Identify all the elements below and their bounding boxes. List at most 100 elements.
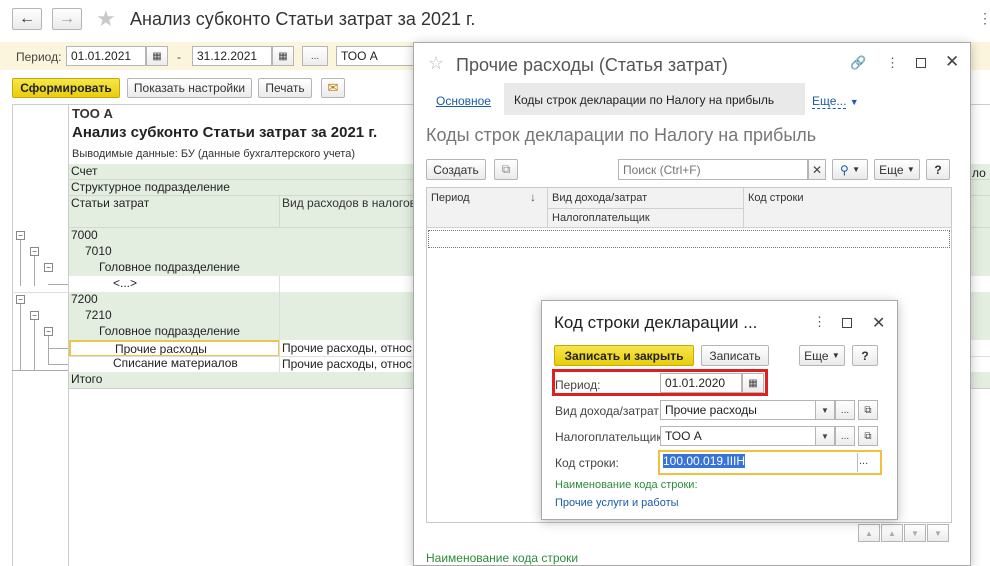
clear-icon: ✕: [811, 162, 823, 177]
code-name-value[interactable]: Прочие услуги и работы: [555, 497, 679, 509]
generate-button[interactable]: Сформировать: [12, 78, 120, 98]
collapse-icon[interactable]: −: [44, 263, 53, 272]
code-value: 100.00.019.IIIH: [663, 454, 746, 468]
move-up-button[interactable]: ▲: [881, 524, 903, 542]
dialog-help-button[interactable]: ?: [852, 345, 878, 366]
dialog-period-label: Период:: [555, 378, 601, 392]
favorite-star-icon[interactable]: ☆: [428, 53, 444, 74]
create-button[interactable]: Создать: [426, 159, 486, 180]
tree-line: [34, 320, 35, 370]
arrow-right-icon: →: [59, 10, 75, 27]
report-cell: Прочие расходы, относ: [282, 341, 412, 355]
dialog-period-field[interactable]: 01.01.2020: [660, 373, 742, 393]
chevron-down-icon: ▼: [821, 405, 829, 415]
forward-button[interactable]: →: [52, 8, 82, 30]
tab-main[interactable]: Основное: [436, 94, 491, 108]
chevron-down-icon: ▼: [831, 351, 840, 360]
income-type-field[interactable]: Прочие расходы: [660, 400, 816, 420]
move-last-button[interactable]: ▼: [927, 524, 949, 542]
tree-line: [48, 336, 49, 364]
tab-more[interactable]: Еще... ▼: [812, 94, 859, 109]
more-actions-icon[interactable]: ⋮: [886, 55, 899, 71]
dialog-calendar-button[interactable]: ▦: [742, 373, 764, 393]
search-input[interactable]: [618, 159, 808, 180]
taxpayer-field[interactable]: ТОО А: [660, 426, 816, 446]
tree-line: [12, 370, 68, 371]
open-icon: ⧉: [864, 430, 872, 442]
send-email-button[interactable]: ✉: [321, 78, 345, 98]
move-down-button[interactable]: ▼: [904, 524, 926, 542]
header-cost-items: Статьи затрат: [69, 196, 279, 228]
code-select-button[interactable]: ...: [859, 455, 868, 467]
code-name-label: Наименование кода строки:: [555, 479, 698, 491]
form-subtitle: Коды строк декларации по Налогу на прибы…: [426, 125, 817, 145]
calendar-icon: ▦: [278, 50, 288, 62]
col-income-type[interactable]: Вид дохода/затрат: [552, 192, 647, 204]
collapse-icon[interactable]: −: [16, 295, 25, 304]
collapse-icon[interactable]: −: [16, 231, 25, 240]
save-button[interactable]: Записать: [701, 345, 769, 366]
chevron-down-icon: ▼: [821, 431, 829, 441]
envelope-icon: ✉: [327, 80, 339, 95]
table-row[interactable]: [428, 230, 950, 248]
code-name-footer: Наименование кода строки: [426, 551, 579, 565]
tree-line: [12, 292, 68, 293]
more-actions-icon[interactable]: ⋮: [813, 314, 826, 330]
help-button[interactable]: ?: [926, 159, 950, 180]
more-button[interactable]: Еще ▼: [874, 159, 920, 180]
collapse-icon[interactable]: −: [44, 327, 53, 336]
income-type-dropdown[interactable]: ▼: [815, 400, 835, 420]
period-from-field[interactable]: 01.01.2021: [66, 46, 146, 66]
report-title: Анализ субконто Статьи затрат за 2021 г.: [72, 124, 378, 141]
period-to-field[interactable]: 31.12.2021: [192, 46, 272, 66]
show-settings-button[interactable]: Показать настройки: [127, 78, 252, 98]
tree-line: [34, 256, 35, 286]
more-button-label: Еще: [879, 162, 904, 177]
taxpayer-label: Налогоплательщик:: [555, 430, 665, 444]
collapse-icon[interactable]: −: [30, 311, 39, 320]
report-output-data: Выводимые данные: БУ (данные бухгалтерск…: [72, 148, 355, 160]
chevron-down-icon: ▼: [906, 165, 915, 174]
period-select-button[interactable]: ...: [302, 46, 328, 66]
link-icon[interactable]: 🔗: [850, 55, 866, 71]
maximize-icon[interactable]: [916, 58, 926, 68]
maximize-icon[interactable]: [842, 318, 852, 328]
calendar-from-button[interactable]: ▦: [146, 46, 168, 66]
clear-search-button[interactable]: ✕: [808, 159, 826, 180]
open-icon: ⧉: [864, 404, 872, 416]
calendar-to-button[interactable]: ▦: [272, 46, 294, 66]
page-title: Анализ субконто Статьи затрат за 2021 г.: [130, 9, 476, 29]
close-icon[interactable]: ✕: [872, 313, 885, 333]
copy-button[interactable]: ⧉: [494, 159, 518, 180]
close-icon[interactable]: ✕: [945, 52, 959, 72]
search-button[interactable]: ⚲ ▼: [832, 159, 868, 180]
back-button[interactable]: ←: [12, 8, 42, 30]
taxpayer-open[interactable]: ⧉: [858, 426, 878, 446]
income-type-select[interactable]: ...: [835, 400, 855, 420]
print-button[interactable]: Печать: [258, 78, 312, 98]
tree-line: [20, 304, 21, 370]
report-row: <...>: [113, 276, 138, 290]
col-code[interactable]: Код строки: [748, 192, 804, 204]
chevron-down-icon: ▼: [852, 165, 861, 174]
move-first-button[interactable]: ▲: [858, 524, 880, 542]
dialog-more-label: Еще: [804, 348, 829, 363]
income-type-open[interactable]: ⧉: [858, 400, 878, 420]
col-period[interactable]: Период: [431, 192, 470, 204]
collapse-icon[interactable]: −: [30, 247, 39, 256]
more-actions-icon[interactable]: ⋮: [978, 10, 990, 27]
save-and-close-button[interactable]: Записать и закрыть: [554, 345, 694, 366]
report-row-selected[interactable]: Прочие расходы: [69, 340, 280, 357]
report-org: ТОО А: [72, 106, 113, 121]
taxpayer-select[interactable]: ...: [835, 426, 855, 446]
col-taxpayer[interactable]: Налогоплательщик: [552, 212, 650, 224]
tree-line: [48, 364, 68, 365]
tab-tax-codes[interactable]: Коды строк декларации по Налогу на прибы…: [504, 83, 805, 115]
organization-field[interactable]: ТОО А: [336, 46, 416, 66]
star-icon[interactable]: ★: [96, 6, 116, 32]
sort-down-icon: ↓: [530, 190, 536, 204]
header-right-fragment: ло: [972, 166, 986, 180]
code-field[interactable]: 100.00.019.IIIH: [661, 453, 857, 472]
taxpayer-dropdown[interactable]: ▼: [815, 426, 835, 446]
dialog-more-button[interactable]: Еще ▼: [799, 345, 845, 366]
